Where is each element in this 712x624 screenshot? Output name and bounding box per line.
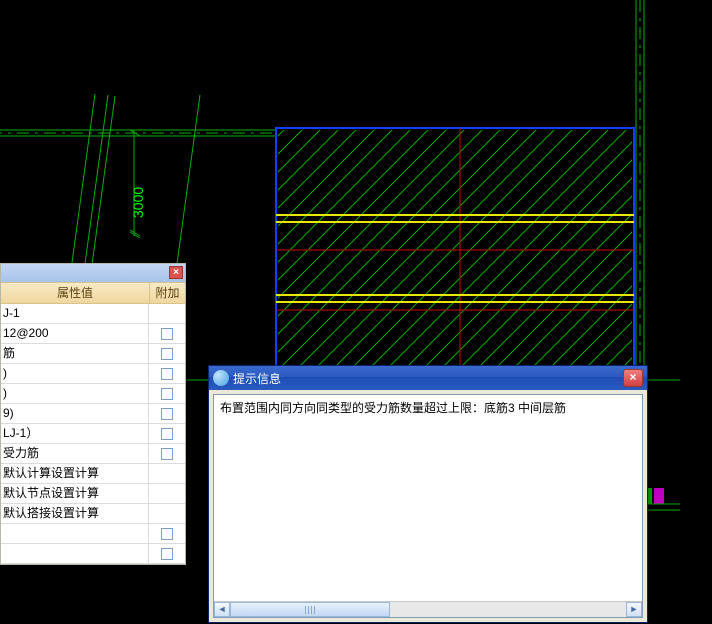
property-addon-cell bbox=[149, 324, 185, 343]
scroll-right-button[interactable]: ► bbox=[626, 602, 642, 617]
property-row[interactable] bbox=[1, 544, 185, 564]
property-addon-cell bbox=[149, 424, 185, 443]
property-row[interactable]: J-1 bbox=[1, 304, 185, 324]
property-addon-cell bbox=[149, 504, 185, 523]
property-addon-cell bbox=[149, 364, 185, 383]
property-row[interactable]: 默认计算设置计算 bbox=[1, 464, 185, 484]
property-row-checkbox[interactable] bbox=[161, 548, 173, 560]
property-value-cell[interactable]: 筋 bbox=[1, 344, 149, 363]
property-addon-cell bbox=[149, 384, 185, 403]
scroll-track[interactable] bbox=[230, 602, 626, 617]
property-row-checkbox[interactable] bbox=[161, 448, 173, 460]
property-value-cell[interactable]: 9) bbox=[1, 404, 149, 423]
property-row[interactable] bbox=[1, 524, 185, 544]
property-value-cell[interactable] bbox=[1, 524, 149, 543]
property-value-cell[interactable]: 默认计算设置计算 bbox=[1, 464, 149, 483]
property-value-cell[interactable]: 默认节点设置计算 bbox=[1, 484, 149, 503]
property-value-cell[interactable]: 受力筋 bbox=[1, 444, 149, 463]
property-addon-cell bbox=[149, 404, 185, 423]
property-row[interactable]: 筋 bbox=[1, 344, 185, 364]
property-header-value: 属性值 bbox=[1, 283, 149, 303]
property-value-cell[interactable]: LJ-1） bbox=[1, 424, 149, 443]
dialog-message-text: 布置范围内同方向同类型的受力筋数量超过上限：底筋3 中间层筋 bbox=[220, 399, 636, 416]
dialog-app-icon bbox=[213, 370, 229, 386]
property-row-checkbox[interactable] bbox=[161, 408, 173, 420]
property-panel-close-button[interactable]: × bbox=[169, 266, 183, 279]
property-addon-cell bbox=[149, 524, 185, 543]
property-addon-cell bbox=[149, 544, 185, 563]
property-panel-titlebar[interactable]: × bbox=[1, 264, 185, 282]
scroll-left-button[interactable]: ◄ bbox=[214, 602, 230, 617]
dialog-horizontal-scrollbar[interactable]: ◄ ► bbox=[214, 601, 642, 617]
dialog-close-button[interactable]: × bbox=[623, 369, 643, 387]
property-row-checkbox[interactable] bbox=[161, 428, 173, 440]
property-value-cell[interactable] bbox=[1, 544, 149, 563]
property-row[interactable]: 默认搭接设置计算 bbox=[1, 504, 185, 524]
dimension-3000: 3000 bbox=[130, 187, 146, 218]
property-addon-cell bbox=[149, 444, 185, 463]
property-panel: × 属性值 附加 J-112@200筋))9)LJ-1）受力筋默认计算设置计算默… bbox=[0, 263, 186, 565]
scroll-thumb[interactable] bbox=[230, 602, 390, 617]
property-row-checkbox[interactable] bbox=[161, 368, 173, 380]
property-row[interactable]: ) bbox=[1, 384, 185, 404]
property-header-row: 属性值 附加 bbox=[1, 282, 185, 304]
property-addon-cell bbox=[149, 304, 185, 323]
property-row[interactable]: ) bbox=[1, 364, 185, 384]
property-row-checkbox[interactable] bbox=[161, 348, 173, 360]
property-addon-cell bbox=[149, 484, 185, 503]
property-row[interactable]: LJ-1） bbox=[1, 424, 185, 444]
property-value-cell[interactable]: 12@200 bbox=[1, 324, 149, 343]
dialog-body: 布置范围内同方向同类型的受力筋数量超过上限：底筋3 中间层筋 ◄ ► bbox=[213, 394, 643, 618]
property-header-addon: 附加 bbox=[149, 283, 185, 303]
property-row-checkbox[interactable] bbox=[161, 328, 173, 340]
property-addon-cell bbox=[149, 464, 185, 483]
property-row-checkbox[interactable] bbox=[161, 528, 173, 540]
property-value-cell[interactable]: ) bbox=[1, 364, 149, 383]
property-row[interactable]: 12@200 bbox=[1, 324, 185, 344]
property-value-cell[interactable]: J-1 bbox=[1, 304, 149, 323]
property-row[interactable]: 默认节点设置计算 bbox=[1, 484, 185, 504]
message-dialog: 提示信息 × 布置范围内同方向同类型的受力筋数量超过上限：底筋3 中间层筋 ◄ … bbox=[208, 365, 648, 623]
property-value-cell[interactable]: 默认搭接设置计算 bbox=[1, 504, 149, 523]
property-row[interactable]: 9) bbox=[1, 404, 185, 424]
property-value-cell[interactable]: ) bbox=[1, 384, 149, 403]
property-addon-cell bbox=[149, 344, 185, 363]
property-row-checkbox[interactable] bbox=[161, 388, 173, 400]
dialog-titlebar[interactable]: 提示信息 × bbox=[209, 366, 647, 390]
property-row[interactable]: 受力筋 bbox=[1, 444, 185, 464]
dialog-title: 提示信息 bbox=[233, 370, 623, 387]
